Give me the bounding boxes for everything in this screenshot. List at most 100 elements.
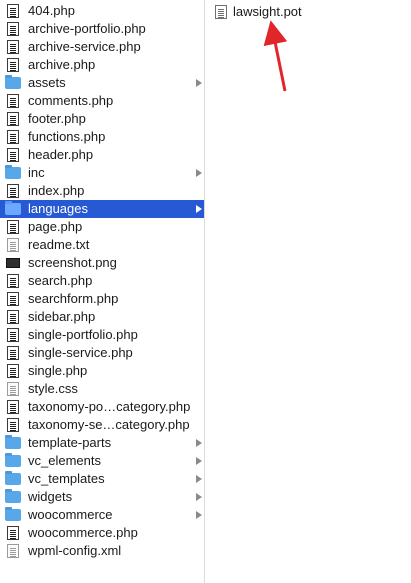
image-file-icon: [6, 258, 20, 268]
file-name: languages: [28, 201, 88, 216]
folder-icon: [5, 453, 21, 467]
file-name: header.php: [28, 147, 94, 162]
file-name: searchform.php: [28, 291, 119, 306]
file-name: readme.txt: [28, 237, 90, 252]
file-row[interactable]: readme.txt: [0, 236, 204, 254]
file-row[interactable]: archive-service.php: [0, 38, 204, 56]
folder-icon: [5, 75, 21, 89]
document-icon: [7, 382, 19, 396]
disclosure-chevron-icon[interactable]: [195, 78, 203, 88]
file-row[interactable]: searchform.php: [0, 290, 204, 308]
disclosure-chevron-icon[interactable]: [195, 168, 203, 178]
file-list-column: 404.php archive-portfolio.php archive-serv…: [0, 0, 205, 583]
disclosure-chevron-icon[interactable]: [195, 492, 203, 502]
languages-folder-contents: lawsight.pot: [205, 0, 411, 583]
php-file-icon: [7, 328, 19, 342]
folder-row[interactable]: inc: [0, 164, 204, 182]
folder-row[interactable]: widgets: [0, 488, 204, 506]
file-name: footer.php: [28, 111, 86, 126]
file-row[interactable]: archive.php: [0, 56, 204, 74]
file-name: template-parts: [28, 435, 112, 450]
php-file-icon: [7, 364, 19, 378]
disclosure-chevron-icon[interactable]: [195, 438, 203, 448]
file-row[interactable]: index.php: [0, 182, 204, 200]
disclosure-chevron-icon[interactable]: [195, 474, 203, 484]
document-icon: [7, 544, 19, 558]
file-name: 404.php: [28, 3, 75, 18]
file-row[interactable]: search.php: [0, 272, 204, 290]
file-name: taxonomy-po…category.php: [28, 399, 191, 414]
file-name: sidebar.php: [28, 309, 96, 324]
file-name: single-portfolio.php: [28, 327, 138, 342]
folder-row[interactable]: template-parts: [0, 434, 204, 452]
php-file-icon: [7, 418, 19, 432]
folder-row[interactable]: vc_elements: [0, 452, 204, 470]
file-row[interactable]: wpml-config.xml: [0, 542, 204, 560]
folder-row[interactable]: languages: [0, 200, 204, 218]
folder-row[interactable]: vc_templates: [0, 470, 204, 488]
file-row[interactable]: page.php: [0, 218, 204, 236]
folder-icon: [5, 471, 21, 485]
file-name: vc_templates: [28, 471, 105, 486]
file-row[interactable]: single.php: [0, 362, 204, 380]
file-name: widgets: [28, 489, 73, 504]
php-file-icon: [7, 148, 19, 162]
file-row[interactable]: footer.php: [0, 110, 204, 128]
folder-icon: [5, 489, 21, 503]
file-row[interactable]: style.css: [0, 380, 204, 398]
php-file-icon: [7, 40, 19, 54]
file-row[interactable]: screenshot.png: [0, 254, 204, 272]
php-file-icon: [7, 292, 19, 306]
file-row[interactable]: single-portfolio.php: [0, 326, 204, 344]
disclosure-chevron-icon[interactable]: [195, 510, 203, 520]
file-name: archive-service.php: [28, 39, 141, 54]
php-file-icon: [7, 94, 19, 108]
php-file-icon: [7, 58, 19, 72]
file-name: assets: [28, 75, 66, 90]
file-name: inc: [28, 165, 45, 180]
file-row[interactable]: sidebar.php: [0, 308, 204, 326]
file-name: single.php: [28, 363, 88, 378]
file-row[interactable]: comments.php: [0, 92, 204, 110]
file-row[interactable]: taxonomy-po…category.php: [0, 398, 204, 416]
php-file-icon: [7, 346, 19, 360]
document-icon: [7, 238, 19, 252]
disclosure-chevron-icon[interactable]: [195, 456, 203, 466]
disclosure-chevron-icon[interactable]: [195, 204, 203, 214]
file-row[interactable]: 404.php: [0, 2, 204, 20]
file-name: style.css: [28, 381, 78, 396]
php-file-icon: [7, 130, 19, 144]
php-file-icon: [7, 400, 19, 414]
file-name: wpml-config.xml: [28, 543, 122, 558]
annotation-arrow: [263, 20, 288, 92]
folder-icon: [5, 507, 21, 521]
php-file-icon: [7, 4, 19, 18]
file-name: search.php: [28, 273, 93, 288]
file-name: index.php: [28, 183, 85, 198]
file-row[interactable]: functions.php: [0, 128, 204, 146]
file-name: single-service.php: [28, 345, 133, 360]
folder-icon: [5, 165, 21, 179]
file-name: woocommerce.php: [28, 525, 138, 540]
folder-row[interactable]: assets: [0, 74, 204, 92]
file-name: comments.php: [28, 93, 114, 108]
folder-row[interactable]: woocommerce: [0, 506, 204, 524]
php-file-icon: [7, 274, 19, 288]
file-name: page.php: [28, 219, 83, 234]
file-name: vc_elements: [28, 453, 101, 468]
php-file-icon: [7, 184, 19, 198]
file-name: taxonomy-se…category.php: [28, 417, 190, 432]
php-file-icon: [7, 22, 19, 36]
file-name: screenshot.png: [28, 255, 117, 270]
file-name: woocommerce: [28, 507, 113, 522]
file-row[interactable]: taxonomy-se…category.php: [0, 416, 204, 434]
file-row[interactable]: woocommerce.php: [0, 524, 204, 542]
file-row[interactable]: header.php: [0, 146, 204, 164]
folder-icon: [5, 435, 21, 449]
file-name: archive-portfolio.php: [28, 21, 146, 36]
php-file-icon: [7, 220, 19, 234]
file-row[interactable]: single-service.php: [0, 344, 204, 362]
php-file-icon: [7, 112, 19, 126]
file-row[interactable]: archive-portfolio.php: [0, 20, 204, 38]
php-file-icon: [7, 526, 19, 540]
